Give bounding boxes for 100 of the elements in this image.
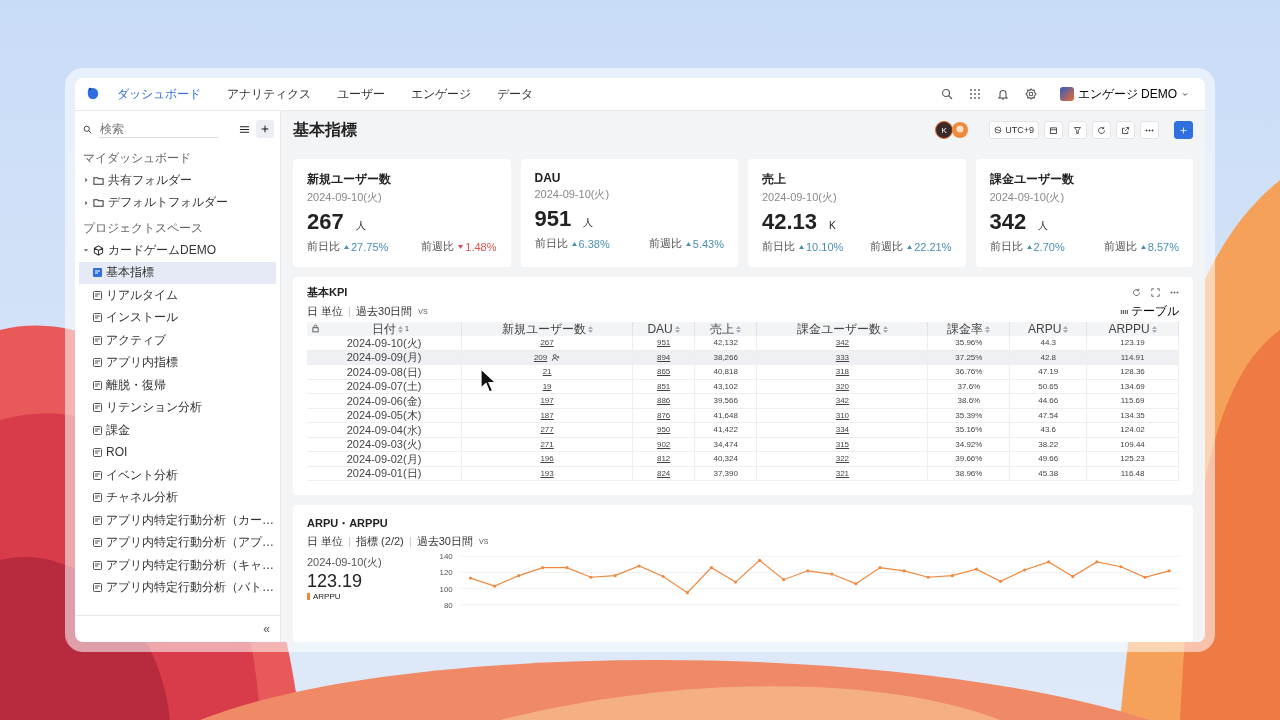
sidebar-item[interactable]: 離脱・復帰	[79, 374, 276, 397]
sidebar-item[interactable]: 課金	[79, 419, 276, 442]
table-link[interactable]: 320	[835, 381, 850, 391]
sort-icon[interactable]	[674, 325, 680, 333]
sort-icon[interactable]	[1063, 325, 1069, 333]
sidebar-item[interactable]: デフォルトフォルダー	[79, 191, 276, 214]
nav-tab[interactable]: データ	[487, 85, 543, 103]
avatar-icon[interactable]	[952, 122, 969, 138]
filter-chip[interactable]: 日 単位	[307, 304, 344, 319]
table-link[interactable]: 19	[542, 381, 552, 391]
table-link[interactable]: 318	[835, 367, 850, 377]
table-link[interactable]: 193	[540, 468, 554, 478]
table-link[interactable]: 267	[540, 338, 554, 348]
timezone-button[interactable]: UTC+9	[989, 121, 1039, 139]
calendar-button[interactable]	[1044, 121, 1063, 139]
sidebar-item[interactable]: リアルタイム	[79, 284, 276, 307]
table-link[interactable]: 310	[835, 410, 850, 420]
data-point	[806, 569, 810, 573]
nav-tab[interactable]: ユーザー	[327, 85, 395, 103]
table-link[interactable]: 865	[656, 367, 671, 377]
data-point	[782, 578, 786, 582]
table-link[interactable]: 196	[540, 454, 554, 464]
table-cell: 35.16%	[955, 425, 983, 435]
table-link[interactable]: 824	[656, 468, 671, 478]
table-link[interactable]: 271	[540, 439, 554, 449]
table-cell: 43,102	[713, 381, 738, 391]
sidebar-item[interactable]: チャネル分析	[79, 486, 276, 509]
table-link[interactable]: 812	[656, 454, 671, 464]
sidebar-item[interactable]: アプリ内特定行動分析（カー…	[79, 509, 276, 532]
table-link[interactable]: 197	[540, 396, 554, 406]
table-link[interactable]: 334	[835, 425, 850, 435]
table-link[interactable]: 876	[656, 410, 671, 420]
table-link[interactable]: 322	[835, 454, 850, 464]
table-link[interactable]: 902	[656, 439, 671, 449]
data-point	[998, 580, 1003, 584]
refresh-button[interactable]	[1092, 121, 1111, 139]
sidebar-item[interactable]: アプリ内特定行動分析（バト…	[79, 576, 276, 599]
sort-icon[interactable]	[736, 325, 742, 333]
logo-icon[interactable]	[85, 86, 101, 102]
sidebar-item[interactable]: カードゲームDEMO	[79, 239, 276, 262]
table-link[interactable]: 851	[656, 381, 671, 391]
sidebar-item[interactable]: 基本指標	[79, 261, 276, 284]
table-cell: 39,566	[713, 396, 738, 406]
more-button[interactable]	[1140, 121, 1159, 139]
dashboard-icon	[93, 268, 102, 278]
share-button[interactable]	[1116, 121, 1135, 139]
add-widget-button[interactable]	[1174, 121, 1193, 139]
comparison-value: 2.70%	[1026, 240, 1065, 253]
table-cell: 38,266	[713, 352, 738, 362]
table-link[interactable]: 950	[656, 425, 671, 435]
calendar-icon	[1049, 125, 1058, 135]
filter-chip[interactable]: 過去30日間	[416, 534, 473, 550]
kpi-date: 2024-09-10(火)	[307, 190, 383, 205]
sort-icon[interactable]	[985, 325, 991, 333]
table-link[interactable]: 209	[533, 352, 548, 363]
nav-tab[interactable]: アナリティクス	[217, 85, 321, 103]
table-cell: 47.54	[1038, 410, 1059, 420]
user-menu[interactable]: エンゲージ DEMO	[1053, 84, 1195, 104]
sidebar-item[interactable]: アプリ内指標	[79, 351, 276, 374]
table-cell: 38.96%	[955, 468, 983, 478]
nav-tab[interactable]: ダッシュボード	[107, 85, 211, 103]
table-cell: 123.19	[1120, 338, 1145, 348]
sidebar-item[interactable]: アプリ内特定行動分析（キャ…	[79, 554, 276, 577]
sort-icon[interactable]	[1151, 325, 1157, 333]
filter-chip[interactable]: 指標 (2/2)	[356, 534, 404, 550]
sort-icon[interactable]	[882, 325, 888, 333]
sort-icon[interactable]	[587, 325, 593, 333]
table-link[interactable]: 886	[656, 396, 671, 406]
table-link[interactable]: 333	[835, 352, 850, 362]
table-cell: 134.69	[1120, 381, 1145, 391]
table-link[interactable]: 21	[542, 367, 552, 377]
sidebar-item[interactable]: インストール	[79, 306, 276, 329]
sidebar-item[interactable]: ROI	[79, 441, 276, 464]
filter-chip[interactable]: 日 単位	[307, 534, 344, 550]
sidebar-item[interactable]: 共有フォルダー	[79, 169, 276, 192]
table-link[interactable]: 342	[835, 396, 850, 406]
table-link[interactable]: 187	[540, 410, 554, 420]
sidebar-item[interactable]: アプリ内特定行動分析（アプ…	[79, 531, 276, 554]
table-link[interactable]: 321	[835, 468, 850, 478]
user-avatar[interactable]: K	[935, 121, 954, 139]
table-cell: 2024-09-04(水)	[346, 423, 422, 436]
filter-chip[interactable]: 過去30日間	[356, 304, 413, 319]
table-cell: 50.65	[1038, 381, 1059, 391]
sidebar-item[interactable]: アクティブ	[79, 329, 276, 352]
search-field[interactable]: 検索	[98, 120, 218, 138]
filter-button[interactable]	[1068, 121, 1087, 139]
collapse-sidebar-button[interactable]: «	[263, 622, 270, 636]
view-toggle[interactable]: テーブル	[1120, 303, 1179, 320]
share-icon	[1121, 125, 1130, 135]
sidebar-item[interactable]: イベント分析	[79, 464, 276, 487]
table-link[interactable]: 277	[540, 425, 554, 435]
nav-tab[interactable]: エンゲージ	[401, 85, 481, 103]
table-link[interactable]: 315	[835, 439, 850, 449]
table-link[interactable]: 894	[656, 352, 671, 362]
table-link[interactable]: 342	[835, 338, 850, 348]
sidebar-item[interactable]: リテンション分析	[79, 396, 276, 419]
table-cell: 41,422	[713, 425, 738, 435]
table-link[interactable]: 951	[656, 338, 671, 348]
sort-icon[interactable]	[398, 325, 404, 333]
add-button[interactable]	[256, 120, 274, 138]
